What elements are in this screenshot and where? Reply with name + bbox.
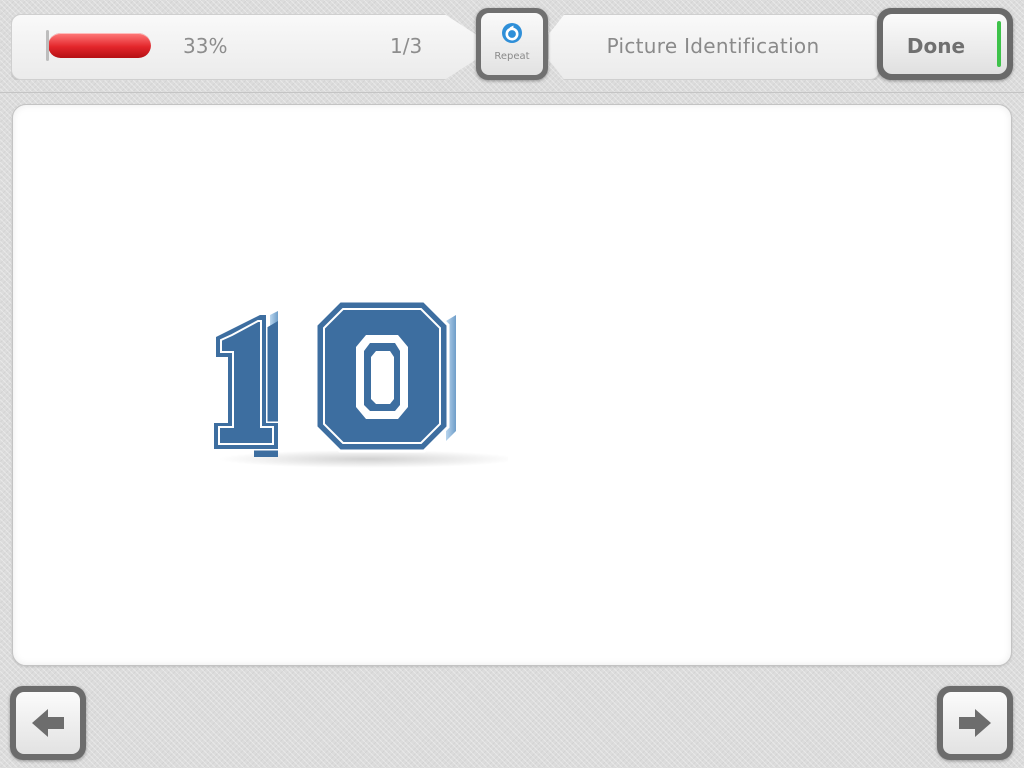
picture-card xyxy=(12,104,1012,666)
progress-bar xyxy=(48,33,151,58)
done-button-face[interactable]: Done xyxy=(883,14,1007,74)
number-ten-image xyxy=(212,299,508,468)
done-button[interactable]: Done xyxy=(877,8,1013,80)
arrow-left-icon xyxy=(32,709,64,737)
repeat-button-label: Repeat xyxy=(494,51,530,62)
done-status-indicator xyxy=(997,21,1001,67)
repeat-button[interactable]: Repeat xyxy=(476,8,548,80)
repeat-button-face[interactable]: Repeat xyxy=(481,13,543,75)
arrow-right-icon xyxy=(959,709,991,737)
progress-bar-cap xyxy=(46,30,49,61)
question-counter: 1/3 xyxy=(390,34,423,58)
progress-bar-fill xyxy=(48,33,151,58)
repeat-icon xyxy=(502,23,522,43)
progress-percent: 33% xyxy=(183,34,228,58)
done-button-label: Done xyxy=(906,34,966,58)
previous-button-face[interactable] xyxy=(16,692,80,754)
activity-title: Picture Identification xyxy=(606,34,820,58)
previous-button[interactable] xyxy=(10,686,86,760)
top-bar: 33% 1/3 Picture Identification Repeat Do… xyxy=(0,0,1024,93)
next-button-face[interactable] xyxy=(943,692,1007,754)
next-button[interactable] xyxy=(937,686,1013,760)
